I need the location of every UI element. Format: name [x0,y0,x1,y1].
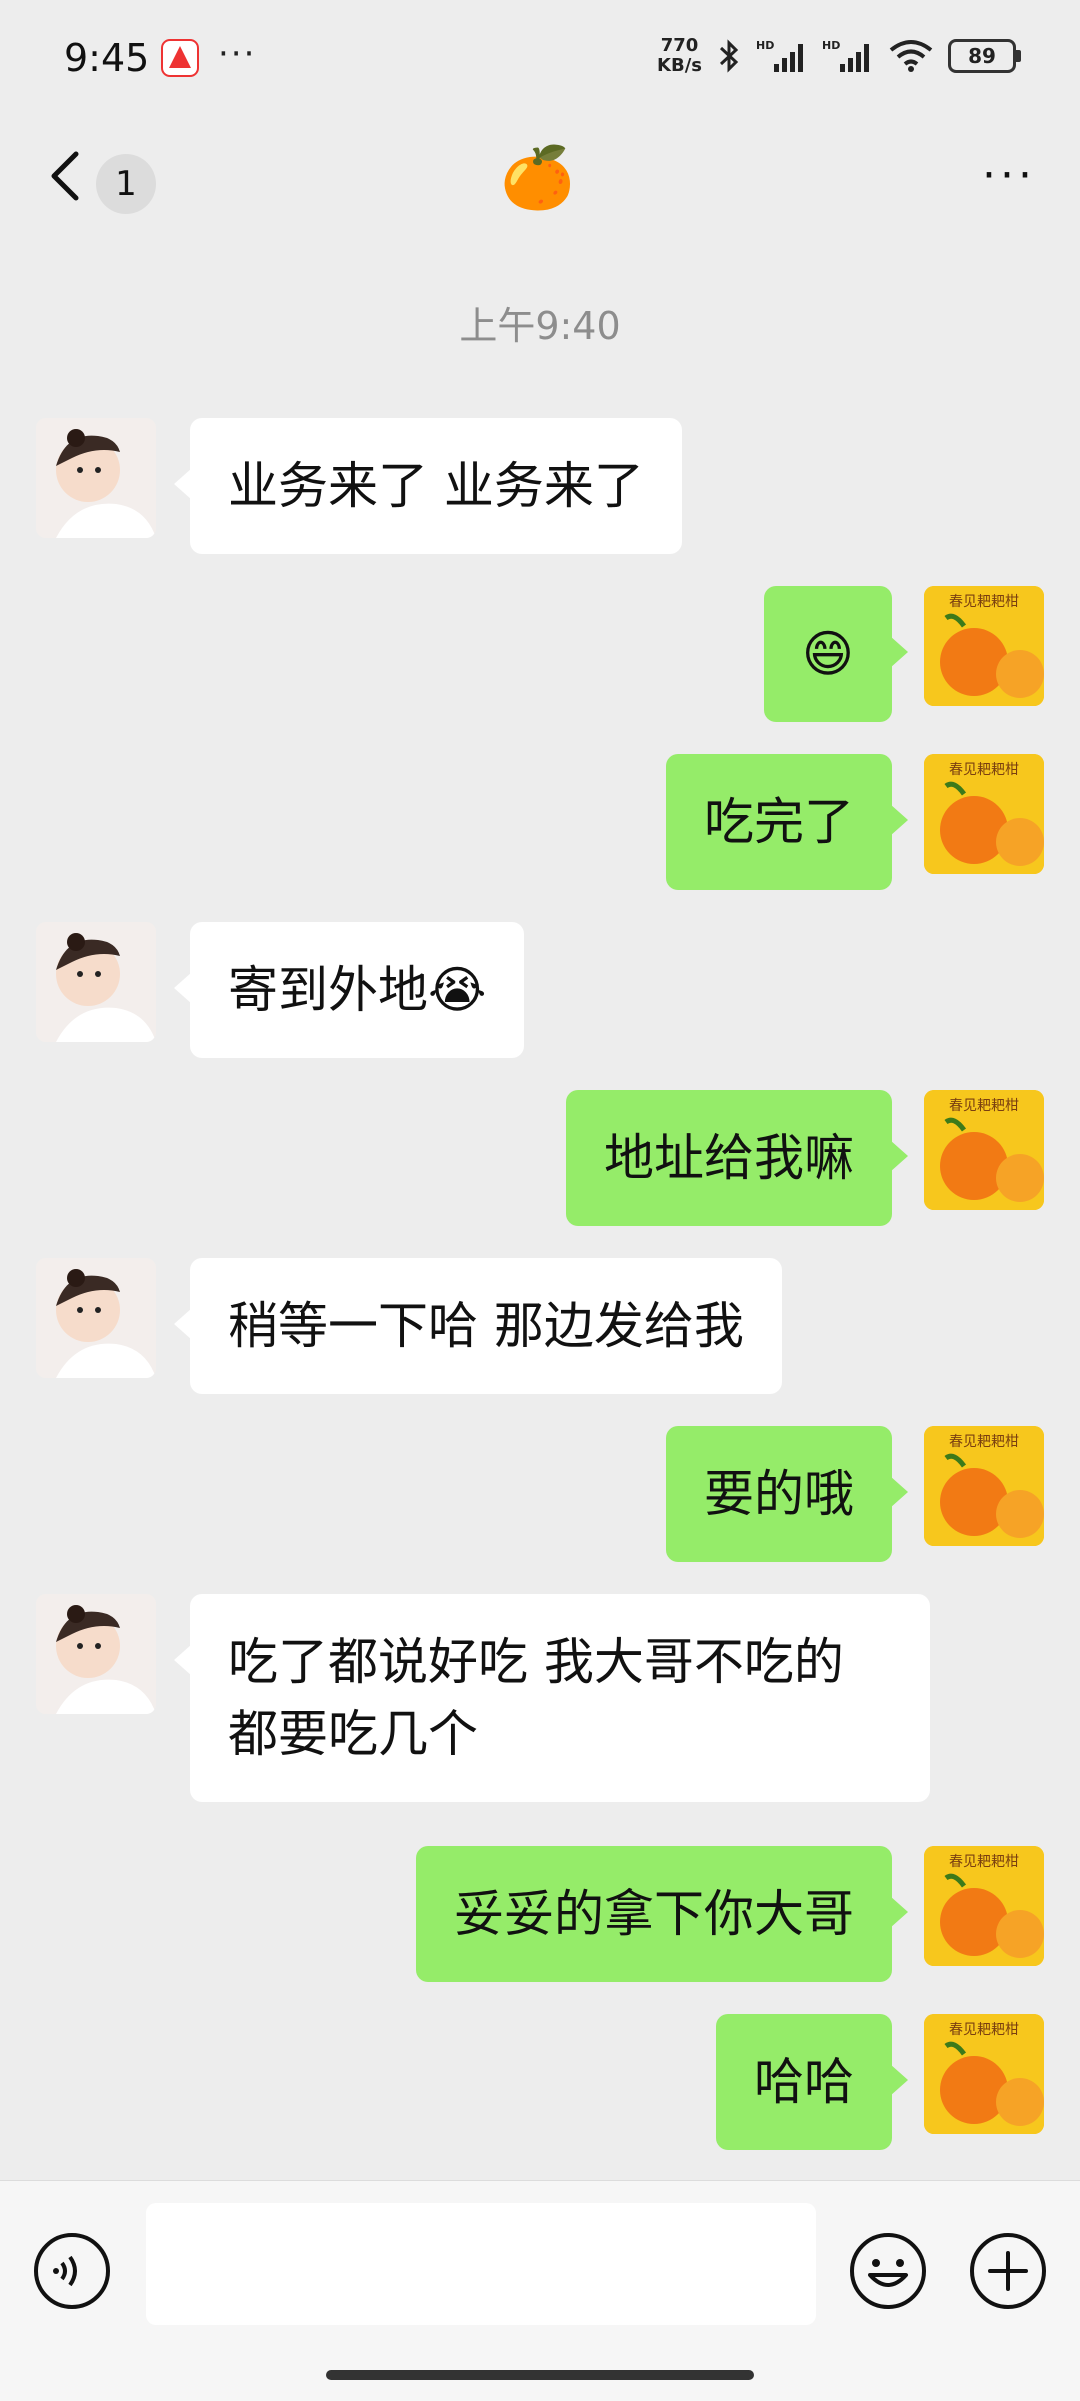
app-notification-icon [161,39,199,77]
status-more-icon: ··· [218,34,257,74]
message-bubble[interactable]: 要的哦 [666,1426,908,1562]
message-bubble[interactable]: 😄 [763,586,909,722]
my-avatar[interactable]: 春见耙耙柑 [924,586,1044,706]
avatar-logo-text: 春见耙耙柑 [949,1434,1019,1450]
svg-text:HD: HD [822,39,840,52]
my-avatar[interactable]: 春见耙耙柑 [924,2014,1044,2134]
message-bubble[interactable]: 地址给我嘛 [566,1090,908,1226]
my-avatar[interactable]: 春见耙耙柑 [924,754,1044,874]
orange-avatar-image: 春见耙耙柑 [924,586,1044,706]
contact-avatar[interactable] [36,922,156,1042]
avatar-logo-text: 春见耙耙柑 [949,2022,1019,2038]
orange-avatar-image: 春见耙耙柑 [924,754,1044,874]
my-avatar[interactable]: 春见耙耙柑 [924,1090,1044,1210]
message-bubble[interactable]: 稍等一下哈 那边发给我 [174,1258,782,1394]
message-timestamp: 上午9:40 [459,304,621,348]
avatar-logo-text: 春见耙耙柑 [949,594,1019,610]
avatar-logo-text: 春见耙耙柑 [949,1098,1019,1114]
message-input-bar [0,2180,1080,2401]
status-icons: 770 KB/s HD HD 89 [657,35,1021,76]
battery-indicator: 89 [948,39,1021,73]
avatar-logo-text: 春见耙耙柑 [949,1854,1019,1870]
more-options-icon[interactable]: ··· [982,150,1036,201]
signal-icon-2: HD [822,39,869,72]
unread-count-badge[interactable]: 1 [96,154,156,214]
message-bubble[interactable]: 哈哈 [716,2014,908,2150]
signal-icon: HD [756,39,803,72]
wifi-icon [889,40,933,72]
baby-avatar-image [36,922,156,1042]
home-indicator[interactable] [326,2370,754,2380]
contact-avatar[interactable] [36,418,156,538]
orange-avatar-image: 春见耙耙柑 [924,2014,1044,2134]
baby-avatar-image [36,1594,156,1714]
contact-avatar[interactable] [36,1258,156,1378]
orange-avatar-image: 春见耙耙柑 [924,1090,1044,1210]
message-text-input[interactable] [146,2203,816,2325]
orange-avatar-image: 春见耙耙柑 [924,1426,1044,1546]
back-arrow-icon[interactable] [42,146,92,206]
baby-avatar-image [36,1258,156,1378]
orange-avatar-image: 春见耙耙柑 [924,1846,1044,1966]
message-bubble[interactable]: 吃了都说好吃 我大哥不吃的都要吃几个 [174,1594,930,1802]
emoji-icon[interactable] [848,2231,928,2311]
net-speed: 770 KB/s [657,35,702,76]
contact-avatar[interactable] [36,1594,156,1714]
svg-text:HD: HD [756,39,774,52]
more-actions-plus-icon[interactable] [968,2231,1048,2311]
status-bar: 9:45 ··· 770 KB/s HD HD 89 [0,0,1080,120]
chat-header: 1 🍊 ··· [0,120,1080,250]
voice-input-icon[interactable] [32,2231,112,2311]
message-bubble[interactable]: 业务来了 业务来了 [174,418,682,554]
status-time: 9:45 [64,36,150,80]
message-bubble[interactable]: 寄到外地😭 [173,922,525,1058]
bluetooth-icon [719,39,739,73]
chat-title: 🍊 [500,143,575,213]
my-avatar[interactable]: 春见耙耙柑 [924,1846,1044,1966]
my-avatar[interactable]: 春见耙耙柑 [924,1426,1044,1546]
avatar-logo-text: 春见耙耙柑 [949,762,1019,778]
message-bubble[interactable]: 妥妥的拿下你大哥 [416,1846,908,1982]
message-bubble[interactable]: 吃完了 [666,754,908,890]
baby-avatar-image [36,418,156,538]
